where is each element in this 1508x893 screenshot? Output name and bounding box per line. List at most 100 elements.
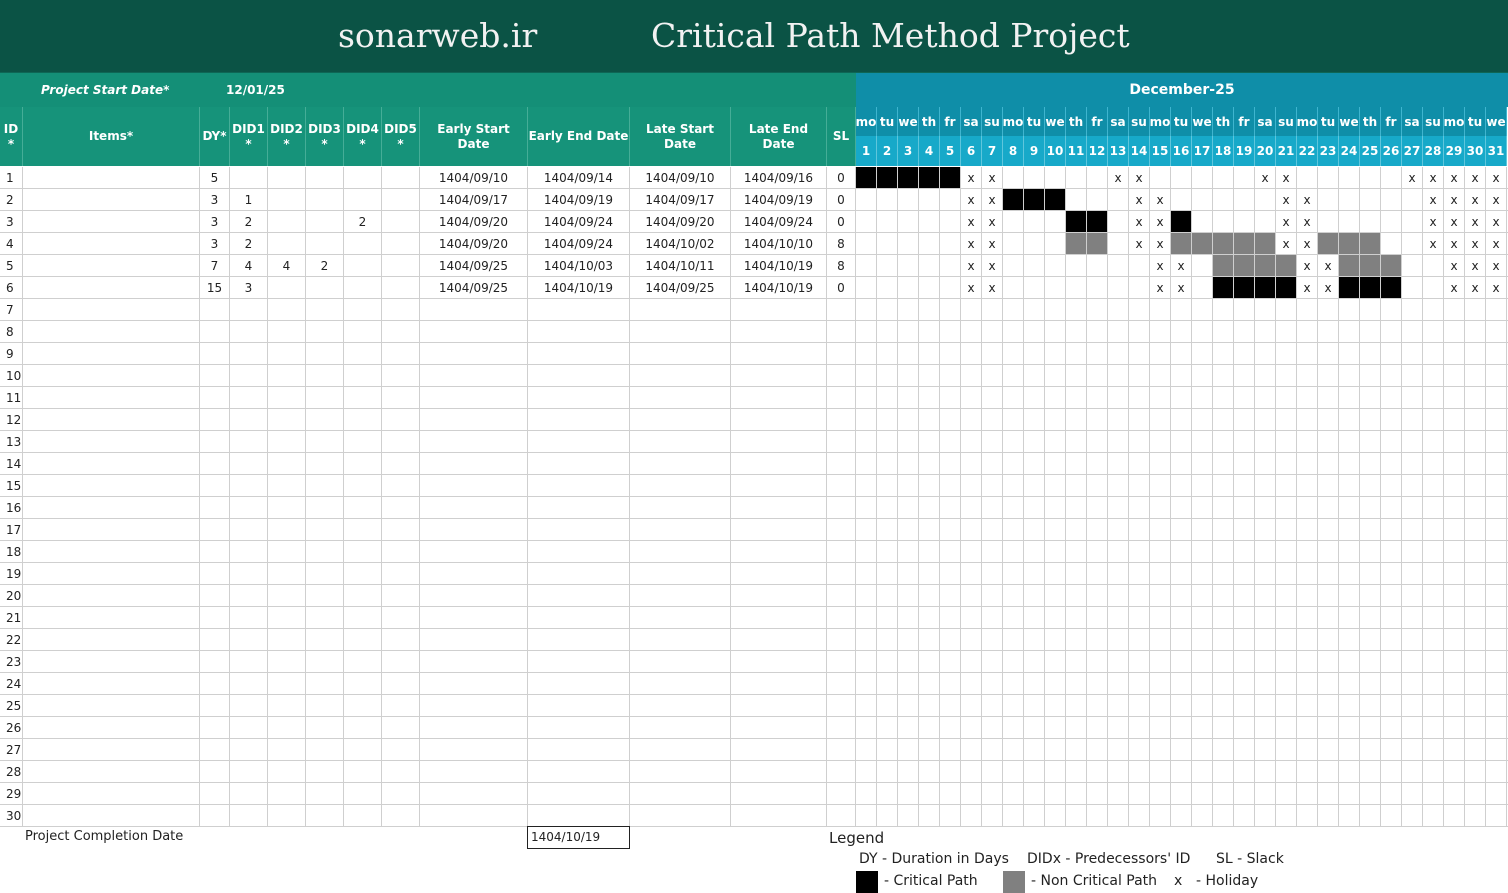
- cell-dy[interactable]: [200, 343, 230, 364]
- cell-dy[interactable]: [200, 541, 230, 562]
- cell-le[interactable]: [731, 673, 827, 694]
- cell-dy[interactable]: 15: [200, 277, 230, 298]
- cell-ee[interactable]: [528, 475, 630, 496]
- cell-dy[interactable]: [200, 805, 230, 826]
- cell-id[interactable]: 18: [0, 541, 23, 562]
- cell-did4[interactable]: [344, 541, 382, 562]
- cell-es[interactable]: [420, 497, 528, 518]
- cell-dy[interactable]: 3: [200, 211, 230, 232]
- cell-es[interactable]: [420, 805, 528, 826]
- cell-ls[interactable]: [630, 761, 731, 782]
- cell-did5[interactable]: [382, 233, 420, 254]
- cell-did2[interactable]: [268, 585, 306, 606]
- cell-did1[interactable]: [230, 431, 268, 452]
- cell-es[interactable]: [420, 453, 528, 474]
- cell-items[interactable]: [23, 651, 200, 672]
- cell-id[interactable]: 2: [0, 189, 23, 210]
- cell-ls[interactable]: [630, 475, 731, 496]
- cell-did4[interactable]: [344, 431, 382, 452]
- cell-id[interactable]: 25: [0, 695, 23, 716]
- cell-items[interactable]: [23, 167, 200, 188]
- cell-es[interactable]: [420, 761, 528, 782]
- cell-le[interactable]: [731, 761, 827, 782]
- cell-did1[interactable]: [230, 541, 268, 562]
- cell-did2[interactable]: [268, 739, 306, 760]
- cell-ls[interactable]: [630, 343, 731, 364]
- cell-did3[interactable]: [306, 189, 344, 210]
- cell-did5[interactable]: [382, 629, 420, 650]
- cell-dy[interactable]: 7: [200, 255, 230, 276]
- cell-ls[interactable]: [630, 453, 731, 474]
- cell-le[interactable]: [731, 541, 827, 562]
- cell-items[interactable]: [23, 761, 200, 782]
- cell-did2[interactable]: [268, 211, 306, 232]
- cell-did5[interactable]: [382, 321, 420, 342]
- cell-items[interactable]: [23, 321, 200, 342]
- cell-ls[interactable]: [630, 673, 731, 694]
- cell-did1[interactable]: [230, 695, 268, 716]
- cell-ee[interactable]: [528, 541, 630, 562]
- cell-ee[interactable]: [528, 651, 630, 672]
- cell-dy[interactable]: [200, 563, 230, 584]
- cell-ee[interactable]: [528, 497, 630, 518]
- cell-did1[interactable]: [230, 739, 268, 760]
- cell-items[interactable]: [23, 387, 200, 408]
- cell-items[interactable]: [23, 409, 200, 430]
- cell-did3[interactable]: [306, 343, 344, 364]
- cell-did1[interactable]: [230, 519, 268, 540]
- cell-sl[interactable]: [827, 563, 856, 584]
- cell-id[interactable]: 12: [0, 409, 23, 430]
- cell-sl[interactable]: [827, 343, 856, 364]
- cell-did2[interactable]: 4: [268, 255, 306, 276]
- cell-ls[interactable]: [630, 387, 731, 408]
- cell-items[interactable]: [23, 607, 200, 628]
- cell-items[interactable]: [23, 805, 200, 826]
- cell-le[interactable]: [731, 651, 827, 672]
- cell-le[interactable]: [731, 695, 827, 716]
- cell-did3[interactable]: [306, 475, 344, 496]
- cell-es[interactable]: [420, 431, 528, 452]
- cell-id[interactable]: 27: [0, 739, 23, 760]
- cell-es[interactable]: 1404/09/20: [420, 211, 528, 232]
- cell-ls[interactable]: [630, 431, 731, 452]
- cell-dy[interactable]: [200, 695, 230, 716]
- cell-did2[interactable]: [268, 409, 306, 430]
- cell-es[interactable]: [420, 739, 528, 760]
- cell-did1[interactable]: [230, 497, 268, 518]
- cell-did4[interactable]: [344, 343, 382, 364]
- cell-le[interactable]: [731, 717, 827, 738]
- cell-items[interactable]: [23, 497, 200, 518]
- cell-id[interactable]: 21: [0, 607, 23, 628]
- cell-did5[interactable]: [382, 783, 420, 804]
- cell-ls[interactable]: [630, 739, 731, 760]
- cell-le[interactable]: [731, 783, 827, 804]
- cell-ee[interactable]: [528, 453, 630, 474]
- cell-sl[interactable]: [827, 783, 856, 804]
- cell-did5[interactable]: [382, 211, 420, 232]
- cell-le[interactable]: 1404/10/19: [731, 277, 827, 298]
- cell-did1[interactable]: [230, 299, 268, 320]
- cell-did5[interactable]: [382, 695, 420, 716]
- completion-value[interactable]: 1404/10/19: [527, 826, 630, 849]
- cell-did4[interactable]: [344, 673, 382, 694]
- cell-id[interactable]: 19: [0, 563, 23, 584]
- cell-es[interactable]: [420, 409, 528, 430]
- cell-es[interactable]: 1404/09/20: [420, 233, 528, 254]
- cell-ee[interactable]: [528, 365, 630, 386]
- cell-dy[interactable]: [200, 387, 230, 408]
- cell-items[interactable]: [23, 717, 200, 738]
- cell-did5[interactable]: [382, 541, 420, 562]
- cell-did5[interactable]: [382, 607, 420, 628]
- cell-did3[interactable]: [306, 805, 344, 826]
- cell-es[interactable]: 1404/09/17: [420, 189, 528, 210]
- cell-dy[interactable]: [200, 409, 230, 430]
- cell-dy[interactable]: [200, 607, 230, 628]
- cell-le[interactable]: [731, 431, 827, 452]
- cell-es[interactable]: [420, 673, 528, 694]
- cell-ee[interactable]: [528, 343, 630, 364]
- cell-did5[interactable]: [382, 387, 420, 408]
- cell-le[interactable]: [731, 453, 827, 474]
- cell-items[interactable]: [23, 695, 200, 716]
- cell-items[interactable]: [23, 255, 200, 276]
- cell-did3[interactable]: [306, 563, 344, 584]
